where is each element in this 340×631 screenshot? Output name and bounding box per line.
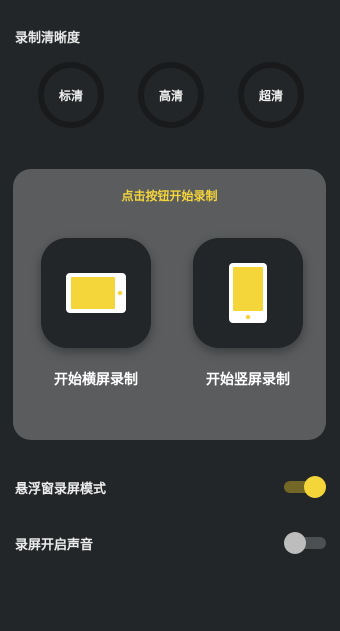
start-landscape-record-button[interactable] [41, 238, 151, 348]
quality-options: 标清 高清 超清 [0, 62, 340, 128]
setting-floating-window: 悬浮窗录屏模式 [0, 472, 340, 502]
portrait-record-label: 开始竖屏录制 [206, 372, 290, 388]
start-portrait-record-button[interactable] [193, 238, 303, 348]
screen-record-settings: 录制清晰度 标清 高清 超清 点击按钮开始录制 开始横屏录制 开始竖屏录制 悬浮… [0, 0, 340, 631]
quality-option-hd[interactable]: 高清 [138, 62, 204, 128]
record-audio-label: 录屏开启声音 [15, 538, 94, 553]
toggle-knob [304, 476, 326, 498]
landscape-record-label: 开始横屏录制 [54, 372, 138, 388]
record-audio-toggle[interactable] [284, 532, 326, 554]
phone-portrait-icon [229, 263, 267, 323]
record-hint: 点击按钮开始录制 [121, 189, 218, 203]
quality-option-sd[interactable]: 标清 [38, 62, 104, 128]
setting-record-audio: 录屏开启声音 [0, 528, 340, 558]
tablet-landscape-icon [66, 273, 126, 313]
quality-option-uhd[interactable]: 超清 [238, 62, 304, 128]
record-card: 点击按钮开始录制 开始横屏录制 开始竖屏录制 [13, 169, 326, 440]
floating-window-label: 悬浮窗录屏模式 [15, 482, 107, 497]
toggle-knob [284, 532, 306, 554]
floating-window-toggle[interactable] [284, 476, 326, 498]
quality-section-title: 录制清晰度 [15, 31, 81, 46]
